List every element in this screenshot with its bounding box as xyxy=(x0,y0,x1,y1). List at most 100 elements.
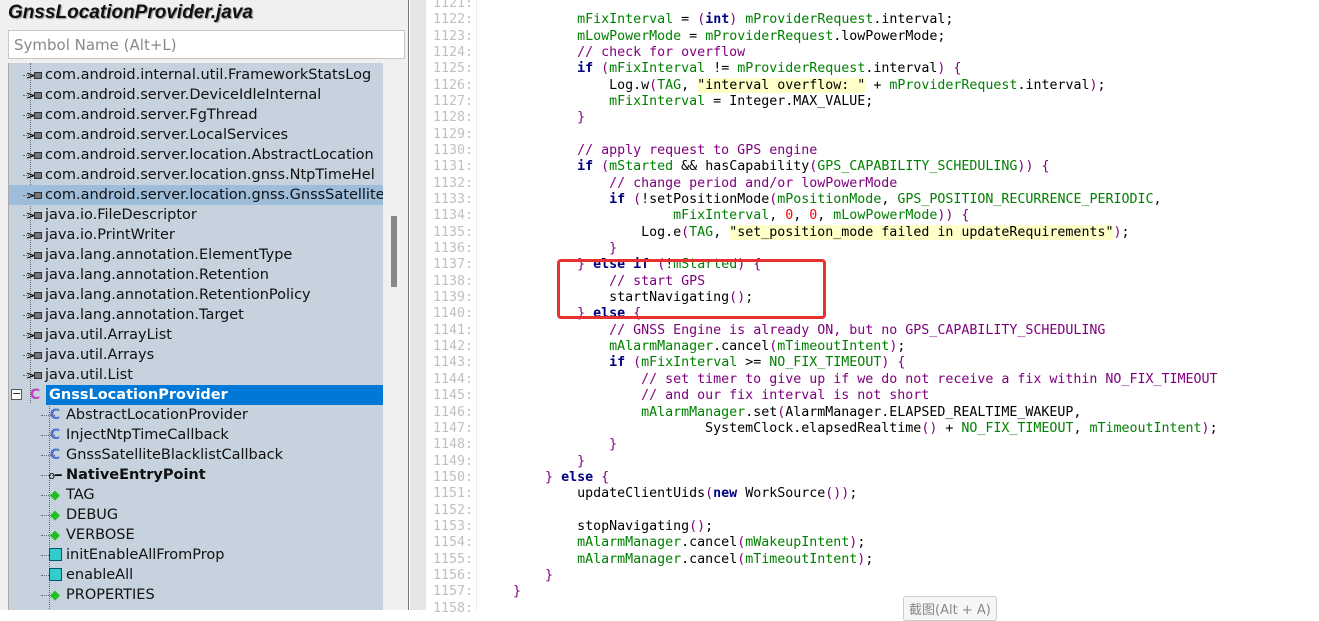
tree-item-label: java.util.ArrayList xyxy=(45,327,172,343)
line-number: 1150: xyxy=(433,469,474,485)
tree-item[interactable]: > com.android.internal.util.FrameworkStat… xyxy=(9,65,383,85)
tree-item[interactable]: enableAll xyxy=(9,565,383,585)
code-line[interactable]: Log.w(TAG, "interval overflow: " + mProv… xyxy=(481,77,1106,94)
tree-item[interactable]: > com.android.server.LocalServices xyxy=(9,125,383,145)
tree-item[interactable]: o━ NativeEntryPoint xyxy=(9,465,383,485)
tree-item[interactable]: ◆ DEBUG xyxy=(9,505,383,525)
tree-item[interactable]: > java.lang.annotation.RetentionPolicy xyxy=(9,285,383,305)
symbol-panel: GnssLocationProvider.java >com.android.i… xyxy=(0,0,409,610)
code-line[interactable]: mAlarmManager.set(AlarmManager.ELAPSED_R… xyxy=(481,405,1081,421)
line-number: 1131: xyxy=(433,159,474,175)
code-line[interactable]: } xyxy=(481,241,617,257)
tree-item[interactable]: > java.util.ArrayList xyxy=(9,325,383,345)
code-line[interactable]: SystemClock.elapsedRealtime() + NO_FIX_T… xyxy=(481,421,1217,437)
tree-item[interactable]: > com.android.server.DeviceIdleInternal xyxy=(9,85,383,105)
code-line[interactable]: // set timer to give up if we do not rec… xyxy=(481,372,1217,388)
line-number: 1124: xyxy=(433,45,474,61)
code-line[interactable]: } xyxy=(481,437,617,453)
tree-item[interactable]: > com.android.server.location.AbstractLoc… xyxy=(9,145,383,165)
code-line[interactable]: } else { xyxy=(481,470,609,486)
tree-item[interactable]: > java.util.List xyxy=(9,365,383,385)
code-line[interactable]: // check for overflow xyxy=(481,45,745,61)
line-number: 1157: xyxy=(433,584,474,600)
scrollbar-thumb[interactable] xyxy=(391,216,397,287)
tree-item[interactable]: ◆ TAG xyxy=(9,485,383,505)
code-line[interactable]: stopNavigating(); xyxy=(481,519,713,535)
import-icon: > xyxy=(26,68,43,82)
symbol-search-input[interactable] xyxy=(8,30,405,59)
screenshot-tooltip: 截图(Alt + A) xyxy=(903,596,997,621)
tree-item-label: com.android.server.FgThread xyxy=(45,107,258,123)
line-number: 1138: xyxy=(433,273,474,289)
line-number: 1151: xyxy=(433,486,474,502)
tree-item-label: java.lang.annotation.Retention xyxy=(45,267,269,283)
tree-scrollbar[interactable] xyxy=(383,63,405,610)
code-line[interactable]: Log.e(TAG, "set_position_mode failed in … xyxy=(481,224,1130,241)
tree-item[interactable]: ◆ VERBOSE xyxy=(9,525,383,545)
tree-item-label: com.android.server.location.AbstractLoca… xyxy=(45,147,374,163)
code-line[interactable]: } xyxy=(481,584,521,600)
field-icon: ◆ xyxy=(50,528,60,543)
code-line[interactable]: // GNSS Engine is already ON, but no GPS… xyxy=(481,323,1105,339)
code-line[interactable]: // change period and/or lowPowerMode xyxy=(481,176,897,192)
code-line[interactable]: mFixInterval = Integer.MAX_VALUE; xyxy=(481,94,873,110)
code-line[interactable]: if (mFixInterval >= NO_FIX_TIMEOUT) { xyxy=(481,355,905,371)
import-icon: > xyxy=(26,328,43,342)
tree-item[interactable]: > java.io.PrintWriter xyxy=(9,225,383,245)
line-number: 1148: xyxy=(433,437,474,453)
line-number: 1121: xyxy=(433,0,474,11)
code-line[interactable]: // and our fix interval is not short xyxy=(481,388,929,404)
method-icon xyxy=(47,568,63,582)
tree-item[interactable]: > com.android.server.FgThread xyxy=(9,105,383,125)
field-icon: ◆ xyxy=(50,588,60,603)
code-line[interactable]: if (mStarted && hasCapability(GPS_CAPABI… xyxy=(481,159,1049,175)
line-number: 1143: xyxy=(433,355,474,371)
class-icon: C xyxy=(49,427,61,443)
tree-item[interactable]: C GnssSatelliteBlacklistCallback xyxy=(9,445,383,465)
tree-item-label: com.android.server.DeviceIdleInternal xyxy=(45,87,322,103)
code-line[interactable]: // apply request to GPS engine xyxy=(481,143,817,159)
tree-item-label: DEBUG xyxy=(66,507,119,523)
code-line[interactable]: mAlarmManager.cancel(mWakeupIntent); xyxy=(481,535,865,551)
tree-item[interactable]: > com.android.server.location.gnss.NtpTim… xyxy=(9,165,383,185)
code-line[interactable]: mFixInterval = (int) mProviderRequest.in… xyxy=(481,12,953,28)
tree-item-label: PROPERTIES xyxy=(66,587,155,603)
tree-item[interactable]: C AbstractLocationProvider xyxy=(9,405,383,425)
tree-item[interactable]: ◆ PROPERTIES xyxy=(9,585,383,605)
class-icon: C xyxy=(29,387,41,403)
code-line[interactable]: mAlarmManager.cancel(mTimeoutIntent); xyxy=(481,339,905,355)
code-line[interactable]: if (mFixInterval != mProviderRequest.int… xyxy=(481,61,961,77)
code-line[interactable]: updateClientUids(new WorkSource()); xyxy=(481,486,857,502)
import-icon: > xyxy=(26,268,43,282)
import-icon: > xyxy=(26,288,43,302)
tree-item[interactable]: > java.io.FileDescriptor xyxy=(9,205,383,225)
import-icon: > xyxy=(26,368,43,382)
collapse-toggle-icon[interactable]: − xyxy=(11,388,22,400)
editor-gutter xyxy=(410,0,426,610)
code-line[interactable]: mFixInterval, 0, 0, mLowPowerMode)) { xyxy=(481,208,969,224)
tree-item[interactable]: > com.android.server.location.gnss.GnssSa… xyxy=(9,185,383,205)
tree-item[interactable]: > java.util.Arrays xyxy=(9,345,383,365)
tree-item[interactable]: initEnableAllFromProp xyxy=(9,545,383,565)
tree-item-label: TAG xyxy=(66,487,95,503)
tree-item[interactable]: − C GnssLocationProvider xyxy=(9,385,383,405)
tree-item[interactable]: > java.lang.annotation.ElementType xyxy=(9,245,383,265)
line-number: 1142: xyxy=(433,339,474,355)
code-line[interactable]: } xyxy=(481,568,553,584)
tree-item-label: java.lang.annotation.Target xyxy=(45,307,244,323)
code-line[interactable]: mLowPowerMode = mProviderRequest.lowPowe… xyxy=(481,29,945,45)
tree-item[interactable]: > java.lang.annotation.Retention xyxy=(9,265,383,285)
code-line[interactable]: if (!setPositionMode(mPositionMode, GPS_… xyxy=(481,192,1161,208)
code-line[interactable]: } xyxy=(481,110,585,126)
import-icon: > xyxy=(26,228,43,242)
line-number: 1133: xyxy=(433,192,474,208)
tree-item[interactable]: C InjectNtpTimeCallback xyxy=(9,425,383,445)
line-number: 1132: xyxy=(433,175,474,191)
method-icon xyxy=(47,548,63,562)
code-line[interactable]: } xyxy=(481,454,585,470)
line-number: 1158: xyxy=(433,600,474,616)
line-number: 1147: xyxy=(433,420,474,436)
code-line[interactable]: mAlarmManager.cancel(mTimeoutIntent); xyxy=(481,552,873,568)
tree-item[interactable]: > java.lang.annotation.Target xyxy=(9,305,383,325)
tree-item-label: java.io.PrintWriter xyxy=(45,227,175,243)
